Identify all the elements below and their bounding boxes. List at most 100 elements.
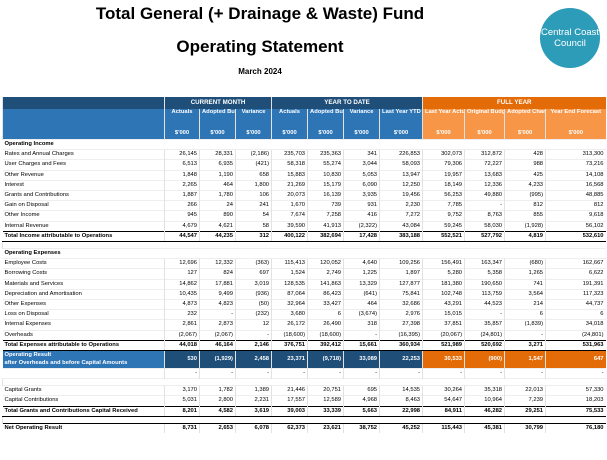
cell-value: 115,443 — [422, 422, 465, 434]
cell-value: 32,964 — [271, 299, 308, 310]
table-row: Other Expenses 4,873 4,823 (50) 32,964 33,427… — [2, 299, 606, 310]
cell-value: 58 — [234, 220, 272, 232]
cell-value: 9,618 — [545, 210, 606, 222]
cell-value: 16,139 — [307, 190, 344, 201]
cell-value: 13,683 — [464, 169, 505, 181]
cell-value: 302,073 — [422, 149, 465, 160]
cell-value: 313,300 — [545, 149, 606, 160]
cell-value: 10,830 — [307, 169, 344, 181]
cell-value: 383,188 — [379, 230, 423, 243]
cell-value: 658 — [234, 169, 272, 181]
cell-value: 58,318 — [271, 159, 308, 171]
cell-value: 16,568 — [545, 179, 606, 191]
cell-value: 191,391 — [545, 278, 606, 290]
col-header: Original Budget — [464, 109, 505, 129]
unit-label: $'000 — [307, 129, 344, 140]
cell-value: 5,031 — [164, 395, 200, 407]
cell-value: 54,647 — [422, 395, 465, 407]
net-operating-result-row: Net Operating Result 8,731 2,653 6,078 62,37… — [2, 422, 606, 434]
cell-value: 3,170 — [164, 385, 200, 396]
cell-value: 235,363 — [307, 149, 344, 160]
cell-value: 464 — [199, 179, 236, 191]
cell-value: 14,535 — [379, 385, 423, 396]
cell-value: 35,318 — [464, 385, 505, 396]
cell-value: - — [343, 329, 380, 341]
cell-value: 428 — [504, 149, 546, 160]
cell-value: 5,053 — [343, 169, 380, 181]
group-full-year: FULL YEAR — [422, 97, 606, 109]
cell-value: 79,306 — [422, 159, 465, 171]
council-logo: Central Coast Council — [540, 8, 600, 68]
cell-value: (2,067) — [199, 329, 236, 341]
cell-value: 532,610 — [545, 230, 606, 243]
cell-value: 87,064 — [271, 288, 308, 300]
col-header: Adopted Changes — [504, 109, 546, 129]
cell-value: 106 — [234, 190, 272, 201]
cell-value: (2,186) — [234, 149, 272, 160]
cell-value: 5,280 — [422, 268, 465, 280]
cell-value: (232) — [234, 309, 272, 320]
cell-value: 2,146 — [234, 339, 272, 352]
cell-value: 8,463 — [379, 395, 423, 407]
cell-value: 54 — [234, 210, 272, 222]
cell-value: 43,084 — [379, 220, 423, 232]
cell-value: 162,667 — [545, 258, 606, 269]
cell-value: (18,600) — [271, 329, 308, 341]
row-label: Employee Costs — [2, 258, 165, 269]
cell-value: 15,883 — [271, 169, 308, 181]
cell-value: 1,782 — [199, 385, 236, 396]
cell-value: - — [271, 368, 308, 379]
cell-value: 49,880 — [464, 190, 505, 201]
operating-result-value: 530 — [164, 350, 200, 369]
unit-label: $'000 — [504, 129, 546, 140]
table-row: Materials and Services 14,862 17,881 3,019 1… — [2, 278, 606, 290]
row-label: Depreciation and Amortisation — [2, 288, 165, 300]
table-row: Loss on Disposal 232- (232) 3,680 6 (3,674) 2,… — [2, 309, 606, 320]
cell-value: 1,848 — [164, 169, 200, 181]
operating-result-value: 647 — [545, 350, 606, 369]
section-heading-row: Operating Expenses — [2, 248, 606, 259]
cell-value: - — [199, 309, 236, 320]
total-capital-row: Total Grants and Contributions Capital R… — [2, 405, 606, 417]
cell-value: 4,640 — [343, 258, 380, 269]
cell-value: 1,389 — [234, 385, 272, 396]
cell-value: 22,013 — [504, 385, 546, 396]
row-label: Materials and Services — [2, 278, 165, 290]
section-operating-expenses: Operating Expenses — [2, 248, 606, 259]
cell-value: 400,122 — [271, 230, 308, 243]
cell-value: 5,358 — [464, 268, 505, 280]
cell-value: 15,015 — [422, 309, 465, 320]
cell-value: 2,873 — [199, 319, 236, 331]
cell-value: 266 — [164, 200, 200, 211]
cell-value: 4,873 — [164, 299, 200, 310]
report-subtitle: Operating Statement — [176, 37, 344, 56]
cell-value: 58,093 — [379, 159, 423, 171]
cell-value: (680) — [504, 258, 546, 269]
cell-value: 6,513 — [164, 159, 200, 171]
cell-value: 1,897 — [379, 268, 423, 280]
cell-value: 6,078 — [234, 422, 272, 434]
row-label: Borrowing Costs — [2, 268, 165, 280]
col-header: Adopted Budget — [307, 109, 344, 129]
cell-value: 10,435 — [164, 288, 200, 300]
cell-value: 115,413 — [271, 258, 308, 269]
cell-value: 235,703 — [271, 149, 308, 160]
cell-value: 75,533 — [545, 405, 606, 417]
cell-value: 41,913 — [307, 220, 344, 232]
cell-value: 945 — [164, 210, 200, 222]
cell-value: 2,653 — [199, 422, 236, 434]
cell-value: 45,381 — [464, 422, 505, 434]
row-label: Total Grants and Contributions Capital R… — [2, 405, 165, 417]
operating-result-value: (1,929) — [199, 350, 236, 369]
cell-value: 128,535 — [271, 278, 308, 290]
table-row: Gain on Disposal 266 24 241 1,670 739 931 2,230… — [2, 200, 606, 211]
cell-value: 739 — [307, 200, 344, 211]
cell-value: 2,861 — [164, 319, 200, 331]
table-row: ----------- — [2, 368, 606, 379]
cell-value: 9,752 — [422, 210, 465, 222]
table-row: Employee Costs 12,696 12,332 (363) 115,413 12… — [2, 258, 606, 269]
cell-value: - — [234, 329, 272, 341]
cell-value: 824 — [199, 268, 236, 280]
cell-value: 102,748 — [422, 288, 465, 300]
cell-value: 741 — [504, 278, 546, 290]
